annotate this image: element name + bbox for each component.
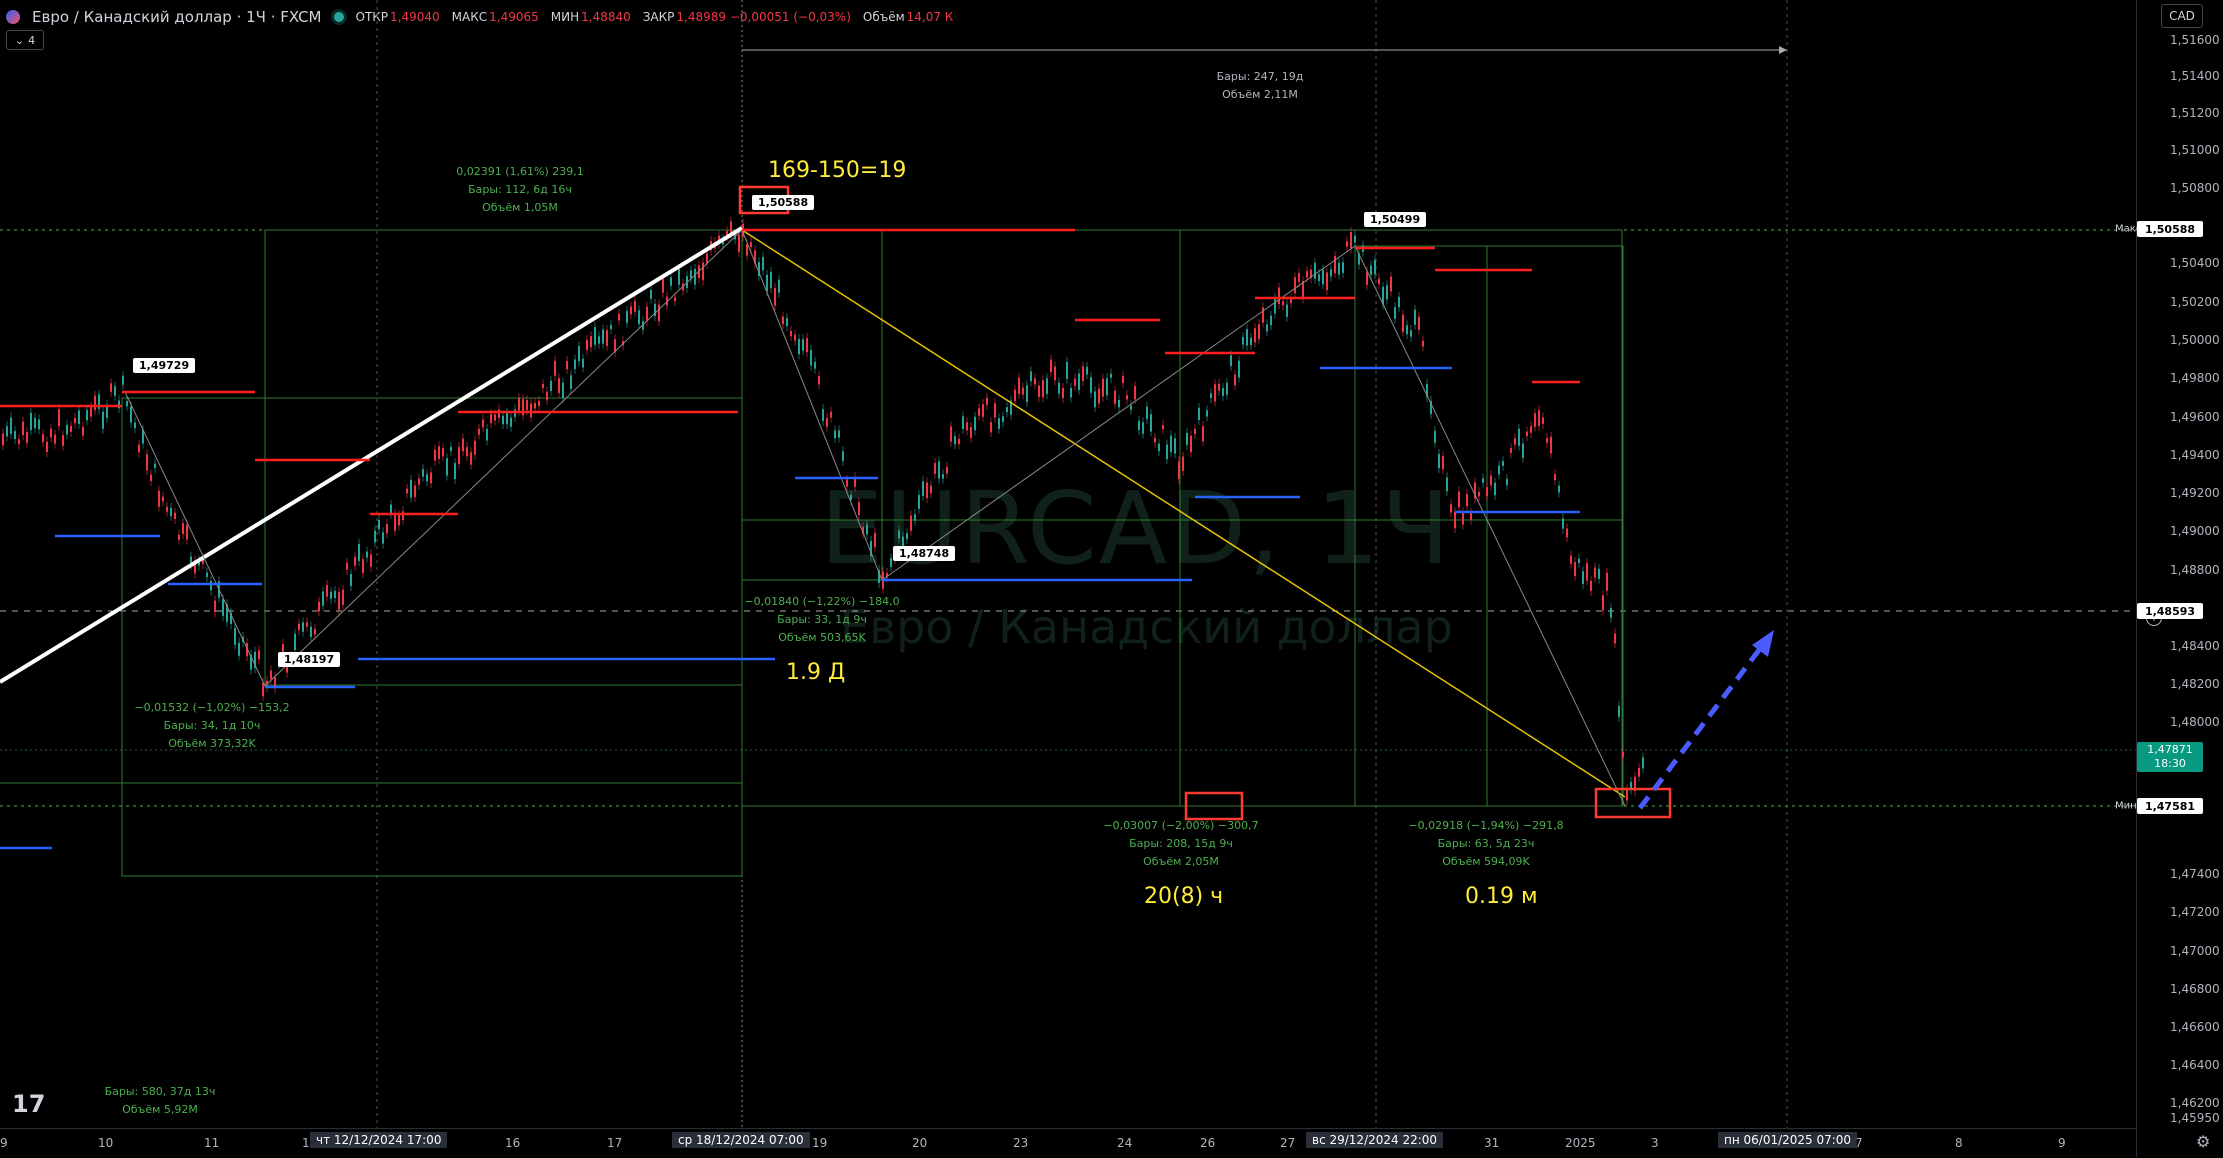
note-text: 1.9 Д xyxy=(786,660,846,685)
point-label: 1,48197 xyxy=(278,652,341,667)
price-tick: 1,50000 xyxy=(2170,333,2220,347)
price-tick: 1,49200 xyxy=(2170,486,2220,500)
date-tick: 16 xyxy=(505,1136,521,1150)
range-arrowhead xyxy=(1779,46,1787,54)
price-tick: 1,50800 xyxy=(2170,181,2220,195)
price-tick: 1,48400 xyxy=(2170,639,2220,653)
point-label: 1,50499 xyxy=(1364,212,1427,227)
price-tick: 1,50400 xyxy=(2170,256,2220,270)
price-tick: 1,46800 xyxy=(2170,982,2220,996)
date-tick: 24 xyxy=(1117,1136,1133,1150)
date-highlight: ср 18/12/2024 07:00 xyxy=(672,1132,810,1148)
date-highlight: вс 29/12/2024 22:00 xyxy=(1306,1132,1444,1148)
price-tick: 1,49000 xyxy=(2170,524,2220,538)
fall-label-2: −0,01840 (−1,22%) −184,0 Бары: 33, 1д 9ч О… xyxy=(744,595,900,644)
measure-rect xyxy=(741,229,1623,807)
date-tick: 23 xyxy=(1013,1136,1029,1150)
rise-label: 0,02391 (1,61%) 239,1 Бары: 112, 6д 16ч Об… xyxy=(456,165,584,214)
note-text: 169-150=19 xyxy=(768,158,907,183)
price-tick: 1,49800 xyxy=(2170,371,2220,385)
chart-canvas[interactable] xyxy=(0,0,2136,1128)
price-tick: 1,51600 xyxy=(2170,33,2220,47)
date-highlight: чт 12/12/2024 17:00 xyxy=(310,1132,448,1148)
price-tick: 1,48800 xyxy=(2170,563,2220,577)
price-tick: 1,47200 xyxy=(2170,905,2220,919)
price-tick: 1,49600 xyxy=(2170,410,2220,424)
max-price-tag: 1,50588 xyxy=(2137,221,2203,237)
min-price-tag: 1,47581 xyxy=(2137,798,2203,814)
price-tick: 1,48200 xyxy=(2170,677,2220,691)
measure-rect xyxy=(121,397,743,877)
price-tick: 1,51000 xyxy=(2170,143,2220,157)
zigzag-line xyxy=(124,229,1626,807)
date-tick: 9 xyxy=(0,1136,8,1150)
total-range-label: Бары: 580, 37д 13ч Объём 5,92M xyxy=(104,1085,216,1116)
price-tick: 1,47400 xyxy=(2170,867,2220,881)
gear-icon[interactable]: ⚙ xyxy=(2196,1132,2210,1151)
fall-label-4: −0,02918 (−1,94%) −291,8 Бары: 63, 5д 23ч… xyxy=(1408,819,1564,868)
price-tick: 1,47000 xyxy=(2170,944,2220,958)
date-highlight: пн 06/01/2025 07:00 xyxy=(1718,1132,1858,1148)
last-price-tag: 1,47871 18:30 xyxy=(2137,742,2203,772)
crosshair-price-tag: 1,48593 xyxy=(2137,603,2203,619)
date-tick: 20 xyxy=(912,1136,928,1150)
trend-line xyxy=(0,226,744,684)
date-tick: 10 xyxy=(98,1136,114,1150)
forecast-arrow xyxy=(1638,644,1764,810)
note-text: 0.19 м xyxy=(1465,884,1538,909)
price-tick: 1,46600 xyxy=(2170,1020,2220,1034)
date-tick: 26 xyxy=(1200,1136,1216,1150)
date-tick: 27 xyxy=(1280,1136,1296,1150)
price-tick: 1,49400 xyxy=(2170,448,2220,462)
note-text: 20(8) ч xyxy=(1144,884,1224,909)
fall-line xyxy=(741,229,1626,798)
date-tick: 9 xyxy=(2058,1136,2066,1150)
price-tick: 1,46400 xyxy=(2170,1058,2220,1072)
fall-label-3: −0,03007 (−2,00%) −300,7 Бары: 208, 15д 9… xyxy=(1103,819,1259,868)
date-tick: 11 xyxy=(204,1136,220,1150)
price-tick: 1,51400 xyxy=(2170,69,2220,83)
price-tick: 1,50200 xyxy=(2170,295,2220,309)
highlight-rect xyxy=(1594,787,1672,819)
price-tick: 1,51200 xyxy=(2170,106,2220,120)
point-label: 1,49729 xyxy=(133,358,196,373)
price-tick: 1,45950 xyxy=(2170,1111,2220,1125)
date-tick: 19 xyxy=(812,1136,828,1150)
date-tick: 31 xyxy=(1484,1136,1500,1150)
fall-label-1: −0,01532 (−1,02%) −153,2 Бары: 34, 1д 10ч… xyxy=(134,701,290,750)
range-label: Бары: 247, 19д Объём 2,11M xyxy=(1216,70,1304,101)
date-tick: 2025 xyxy=(1565,1136,1596,1150)
point-label: 1,50588 xyxy=(752,195,815,210)
price-tick: 1,46200 xyxy=(2170,1096,2220,1110)
date-tick: 17 xyxy=(607,1136,623,1150)
point-label: 1,48748 xyxy=(893,546,956,561)
date-tick: 8 xyxy=(1955,1136,1963,1150)
date-tick: 3 xyxy=(1651,1136,1659,1150)
price-tick: 1,48000 xyxy=(2170,715,2220,729)
tradingview-logo[interactable]: 17 xyxy=(12,1090,45,1118)
